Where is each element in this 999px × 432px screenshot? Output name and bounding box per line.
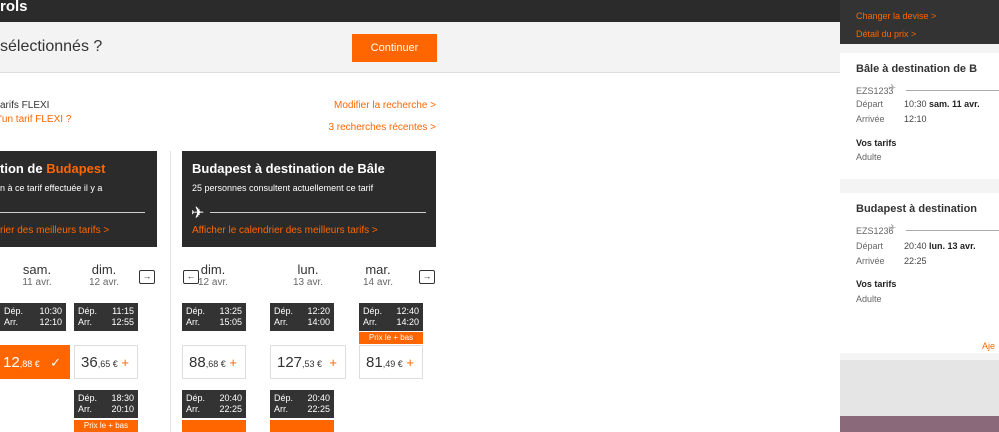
- outbound-timeline: [0, 212, 145, 213]
- lowest-price-badge: Prix le + bas: [359, 332, 423, 344]
- recent-searches-link[interactable]: 3 recherches récentes >: [328, 122, 436, 133]
- route-line: [906, 230, 999, 231]
- fares-label: Vos tarifs: [856, 279, 897, 289]
- flexi-fare-link[interactable]: 'un tarif FLEXI ?: [0, 114, 71, 125]
- passenger-type: Adulte: [856, 152, 882, 162]
- checkmark-icon: ✓: [50, 355, 61, 370]
- day-header[interactable]: dim. 12 avr.: [79, 262, 129, 288]
- leg-title: Budapest à destination: [856, 203, 978, 215]
- departure-label: Départ: [856, 99, 884, 109]
- flight-slot[interactable]: Dép. 13:25 Arr. 15:05: [182, 303, 246, 331]
- question-text: sélectionnés ?: [0, 38, 103, 55]
- flight-slot[interactable]: Dép. 20:40 Arr. 22:25: [270, 390, 334, 418]
- day-header[interactable]: sam. 11 avr.: [12, 262, 62, 288]
- summary-leg-inbound: Budapest à destination EZS1236 ✈ Départ …: [840, 193, 999, 353]
- flight-slot[interactable]: Dép. 12:20 Arr. 14:00: [270, 303, 334, 331]
- inbound-calendar-link[interactable]: Afficher le calendrier des meilleurs tar…: [192, 225, 378, 236]
- fare-price[interactable]: 81,49 € +: [359, 345, 423, 379]
- flight-slot[interactable]: Dép. 20:40 Arr. 22:25: [182, 390, 246, 418]
- airplane-icon: ✈: [888, 83, 897, 94]
- day-header[interactable]: dim. 12 avr.: [188, 262, 238, 288]
- fare-price[interactable]: 127,53 € +: [270, 345, 346, 379]
- flight-slot[interactable]: Dép. 12:40 Arr. 14:20: [359, 303, 423, 331]
- arrival-label: Arrivée: [856, 256, 885, 266]
- change-currency-link[interactable]: Changer la devise >: [856, 11, 936, 21]
- outbound-title: tion de Budapest: [0, 161, 106, 176]
- airplane-icon: ✈: [191, 205, 205, 222]
- departure-value: 10:30 sam. 11 avr.: [904, 99, 980, 109]
- price-detail-link[interactable]: Détail du prix >: [856, 29, 916, 39]
- arrival-value: 22:25: [904, 256, 927, 266]
- arrival-value: 12:10: [904, 114, 927, 124]
- fare-price[interactable]: 36,65 € +: [74, 345, 138, 379]
- plus-icon: +: [229, 355, 237, 370]
- inbound-timeline: [210, 212, 426, 213]
- inbound-title: Budapest à destination de Bâle: [192, 161, 385, 176]
- page-title: rols: [0, 0, 28, 15]
- flexi-fares-label: arifs FLEXI: [0, 100, 50, 111]
- flight-slot[interactable]: Dép. 18:30 Arr. 20:10: [74, 390, 138, 418]
- passenger-type: Adulte: [856, 294, 882, 304]
- summary-leg-outbound: Bâle à destination de B EZS1233 ✈ Départ…: [840, 53, 999, 179]
- day-header[interactable]: lun. 13 avr.: [283, 262, 333, 288]
- summary-footer: [840, 360, 999, 416]
- departure-value: 20:40 lun. 13 avr.: [904, 241, 976, 251]
- modify-search-link[interactable]: Modifier la recherche >: [334, 100, 436, 111]
- airplane-icon: ✈: [888, 223, 897, 234]
- inbound-subtitle: 25 personnes consultent actuellement ce …: [192, 183, 374, 193]
- next-days-calendar-icon[interactable]: →: [139, 270, 155, 284]
- fare-highlight-bar: [182, 420, 246, 432]
- flight-slot[interactable]: Dép. 10:30 Arr. 12:10: [0, 303, 66, 331]
- fare-highlight-bar: [270, 420, 334, 432]
- outbound-subtitle: n à ce tarif effectuée il y a: [0, 183, 103, 193]
- top-bar: rols: [0, 0, 840, 22]
- column-divider: [170, 151, 171, 432]
- outbound-calendar-link[interactable]: rier des meilleurs tarifs >: [0, 225, 109, 236]
- outbound-header: tion de Budapest n à ce tarif effectuée …: [0, 151, 157, 247]
- flight-slot[interactable]: Dép. 11:15 Arr. 12:55: [74, 303, 138, 331]
- add-link[interactable]: Aje: [982, 341, 995, 351]
- leg-title: Bâle à destination de B: [856, 63, 978, 75]
- summary-footer-strip: [840, 416, 999, 432]
- plus-icon: +: [121, 355, 129, 370]
- arrival-label: Arrivée: [856, 114, 885, 124]
- next-days-calendar-icon[interactable]: →: [419, 270, 435, 284]
- plus-icon: +: [329, 355, 337, 370]
- plus-icon: +: [406, 355, 414, 370]
- fare-price-selected[interactable]: 12,88 € ✓: [0, 345, 70, 379]
- route-line: [906, 90, 999, 91]
- fares-label: Vos tarifs: [856, 138, 897, 148]
- inbound-header: Budapest à destination de Bâle 25 person…: [182, 151, 436, 247]
- lowest-price-badge: Prix le + bas: [74, 420, 138, 432]
- fare-price[interactable]: 88,68 € +: [182, 345, 246, 379]
- continue-button[interactable]: Continuer: [352, 34, 437, 62]
- departure-label: Départ: [856, 241, 884, 251]
- day-header[interactable]: mar. 14 avr.: [353, 262, 403, 288]
